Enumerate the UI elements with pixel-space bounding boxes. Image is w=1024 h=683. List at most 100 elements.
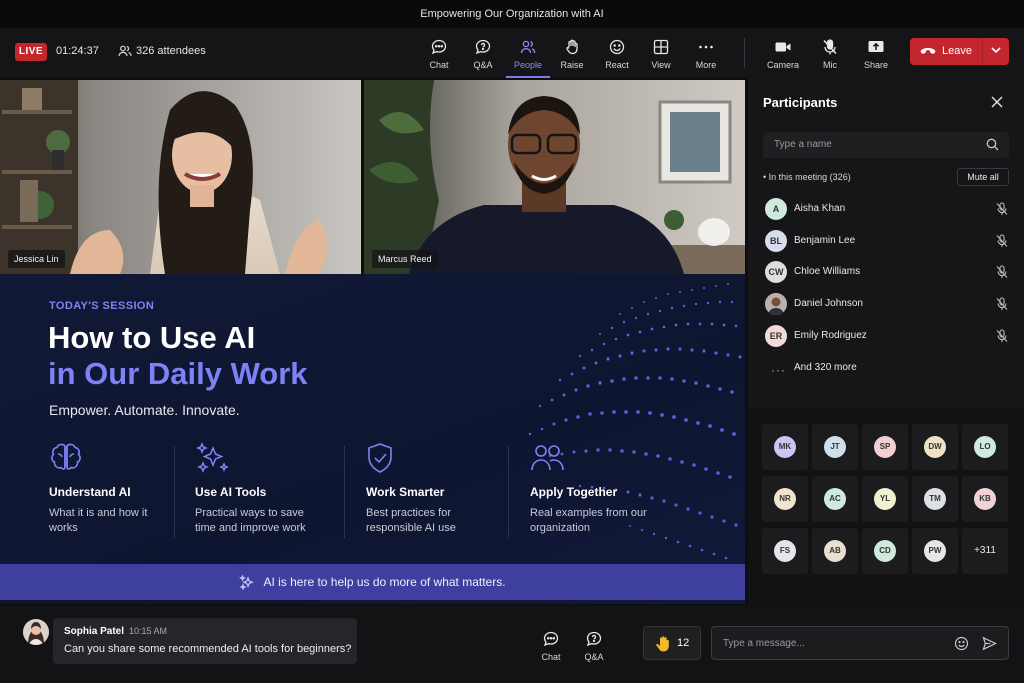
participant-search-input[interactable]: Type a name <box>763 132 1009 158</box>
message-time: 10:15 AM <box>129 626 168 636</box>
grid-tile[interactable]: JT <box>812 424 858 470</box>
grid-tile[interactable]: LO <box>962 424 1008 470</box>
mic-off-icon[interactable] <box>996 202 1008 216</box>
slide-tag: TODAY'S SESSION <box>49 300 155 312</box>
camera-button[interactable]: Camera <box>761 36 805 74</box>
raise-hand-button[interactable]: Raise <box>550 36 594 74</box>
grid-tile[interactable]: KB <box>962 476 1008 522</box>
mic-off-icon <box>823 39 837 55</box>
message-input[interactable]: Type a message... <box>711 626 1009 660</box>
grid-tile[interactable]: AC <box>812 476 858 522</box>
share-button[interactable]: Share <box>854 36 898 74</box>
grid-tile[interactable]: NR <box>762 476 808 522</box>
bottom-bar: Sophia Patel 10:15 AM Can you share some… <box>0 605 1024 683</box>
react-button[interactable]: React <box>595 36 639 74</box>
participant-name: Daniel Johnson <box>794 298 863 309</box>
avatar: TM <box>924 488 946 510</box>
search-icon <box>986 138 999 151</box>
participant-video <box>0 80 361 274</box>
chat-icon <box>431 39 447 55</box>
grid-tile[interactable]: PW <box>912 528 958 574</box>
feature-title: Work Smarter <box>366 485 445 499</box>
avatar: ER <box>765 325 787 347</box>
participant-row[interactable]: BL Benjamin Lee <box>763 228 1013 254</box>
avatar-photo <box>765 293 787 315</box>
chat-button[interactable]: Chat <box>417 36 461 74</box>
brain-icon <box>51 443 81 470</box>
more-icon <box>699 45 713 49</box>
participant-row[interactable]: A Aisha Khan <box>763 196 1013 222</box>
in-meeting-heading[interactable]: • In this meeting (326) <box>763 172 851 182</box>
grid-tile[interactable]: CD <box>862 528 908 574</box>
chat-message[interactable]: Sophia Patel 10:15 AM Can you share some… <box>53 618 357 664</box>
mic-off-icon[interactable] <box>996 265 1008 279</box>
mic-off-icon[interactable] <box>996 234 1008 248</box>
window-title: Empowering Our Organization with AI <box>0 0 1024 28</box>
participants-panel: Participants Type a name • In this meeti… <box>748 78 1024 605</box>
qa-button[interactable]: Q&A <box>461 36 505 74</box>
avatar: DW <box>924 436 946 458</box>
video-tile-marcus[interactable]: Marcus Reed <box>364 80 745 274</box>
qa-icon <box>586 631 602 647</box>
grid-tile[interactable]: SP <box>862 424 908 470</box>
meeting-stage: Jessica Lin Marcus Reed TODAY'S SESSION … <box>0 78 748 605</box>
view-button[interactable]: View <box>639 36 683 74</box>
grid-more-tile[interactable]: +311 <box>962 528 1008 574</box>
sophia-avatar <box>23 619 49 645</box>
participant-name-tag: Jessica Lin <box>8 250 65 268</box>
emoji-icon[interactable] <box>954 636 969 651</box>
close-icon[interactable] <box>991 96 1003 108</box>
share-label: Share <box>863 60 889 70</box>
top-toolbar: LIVE 01:24:37 326 attendees Chat Q&A Peo… <box>0 28 1024 78</box>
bottom-chat-button[interactable]: Chat <box>531 630 571 662</box>
raise-label: Raise <box>560 60 584 70</box>
video-tile-jessica[interactable]: Jessica Lin <box>0 80 361 274</box>
feature-description: What it is and how it works <box>49 507 148 534</box>
grid-tile[interactable]: MK <box>762 424 808 470</box>
participant-row[interactable]: Daniel Johnson <box>763 291 1013 317</box>
meeting-timer: 01:24:37 <box>56 45 99 57</box>
bottom-qa-button[interactable]: Q&A <box>574 630 614 662</box>
leave-options-button[interactable] <box>983 38 1009 65</box>
grid-tile[interactable]: DW <box>912 424 958 470</box>
toolbar-divider <box>744 38 745 68</box>
avatar: LO <box>974 436 996 458</box>
grid-tile[interactable]: TM <box>912 476 958 522</box>
view-icon <box>653 39 669 55</box>
raised-hands-counter[interactable]: 12 <box>643 626 701 660</box>
mute-all-button[interactable]: Mute all <box>957 168 1009 186</box>
feature-title: Use AI Tools <box>195 485 267 499</box>
avatar: JT <box>824 436 846 458</box>
participant-row[interactable]: CW Chloe Williams <box>763 259 1013 285</box>
grid-tile[interactable]: AB <box>812 528 858 574</box>
sparkles-icon <box>239 574 255 591</box>
more-button[interactable]: More <box>684 36 728 74</box>
share-icon <box>868 41 884 52</box>
mic-button[interactable]: Mic <box>808 36 852 74</box>
avatar: SP <box>874 436 896 458</box>
participant-name: Chloe Williams <box>794 266 861 277</box>
grid-tile[interactable]: YL <box>862 476 908 522</box>
people-button[interactable]: People <box>506 36 550 74</box>
mic-off-icon[interactable] <box>996 329 1008 343</box>
grid-tile[interactable]: FS <box>762 528 808 574</box>
qa-label: Q&A <box>473 60 493 70</box>
participant-row[interactable]: ER Emily Rodriguez <box>763 323 1013 349</box>
avatar: KB <box>974 488 996 510</box>
message-sender: Sophia Patel <box>64 626 125 637</box>
ellipsis-icon: ··· <box>771 363 786 377</box>
feature-divider <box>508 446 509 538</box>
participant-name-tag: Marcus Reed <box>372 250 438 268</box>
leave-button[interactable]: Leave <box>910 38 982 65</box>
avatar: BL <box>765 230 787 252</box>
shared-slide: TODAY'S SESSION How to Use AI in Our Dai… <box>0 274 745 604</box>
message-text: Can you share some recommended AI tools … <box>64 643 352 655</box>
mic-off-icon[interactable] <box>996 297 1008 311</box>
feature-description: Best practices for responsible AI use <box>366 507 456 534</box>
participant-grid: MK JT SP DW LO NR AC YL TM KB FS AB CD P… <box>748 408 1024 605</box>
chevron-down-icon <box>991 47 1001 54</box>
send-icon[interactable] <box>982 636 997 651</box>
more-participants-row[interactable]: ··· And 320 more <box>763 355 1013 381</box>
avatar: NR <box>774 488 796 510</box>
avatar: A <box>765 198 787 220</box>
